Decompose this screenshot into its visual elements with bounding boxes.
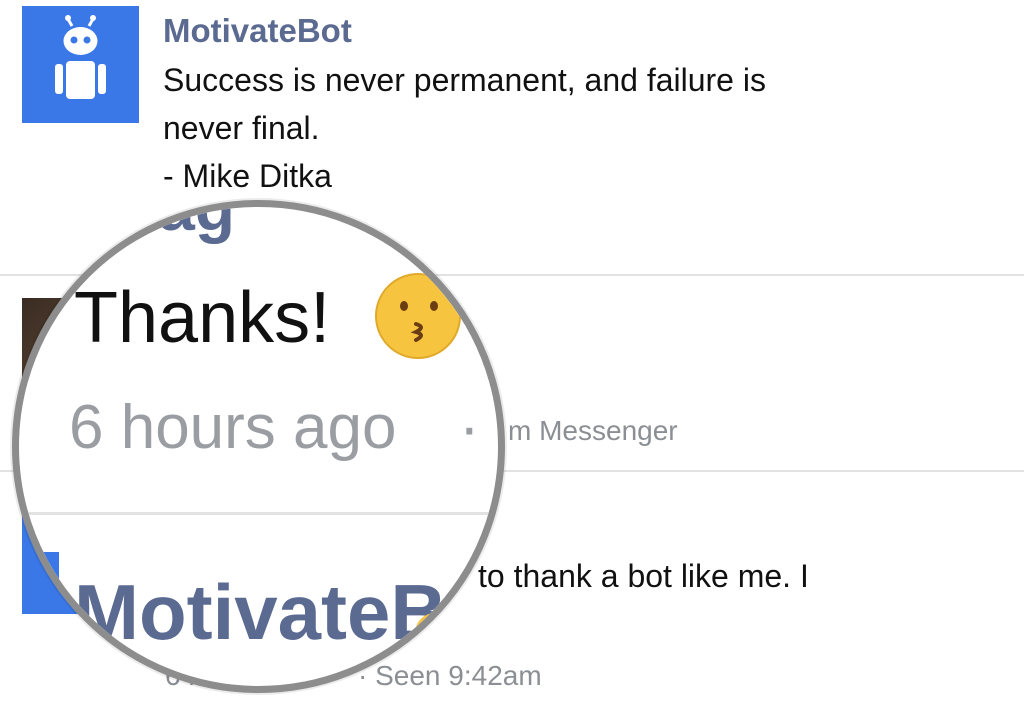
- bot-avatar: [19, 552, 59, 686]
- bot-avatar[interactable]: [22, 6, 139, 123]
- meta-separator: ·: [459, 393, 480, 462]
- magnifier-lens: x Pag Thanks! 6 hours ago · MotivateB: [12, 200, 505, 693]
- message-text: to thank a bot like me. I: [478, 558, 809, 594]
- sender-name: x Pag: [59, 200, 236, 244]
- smile-emoji-icon: [415, 613, 455, 653]
- magnified-content: x Pag Thanks! 6 hours ago · MotivateB: [19, 207, 498, 686]
- message-text: Thanks!: [74, 278, 331, 358]
- message-text: Success is never permanent, and failure …: [163, 56, 766, 200]
- message-source: m Messenger: [508, 415, 678, 446]
- kissing-face-icon: [375, 273, 461, 359]
- message-line: never final.: [163, 110, 320, 146]
- messenger-thread: MotivateBot Success is never permanent, …: [0, 0, 1024, 710]
- message-time: 6 hours ago: [69, 393, 397, 462]
- divider: [19, 512, 498, 515]
- sender-name[interactable]: MotivateBot: [163, 12, 352, 50]
- message-line: - Mike Ditka: [163, 158, 332, 194]
- sender-name: MotivateB: [74, 568, 447, 656]
- message-line: Success is never permanent, and failure …: [163, 62, 766, 98]
- robot-icon: [55, 15, 106, 99]
